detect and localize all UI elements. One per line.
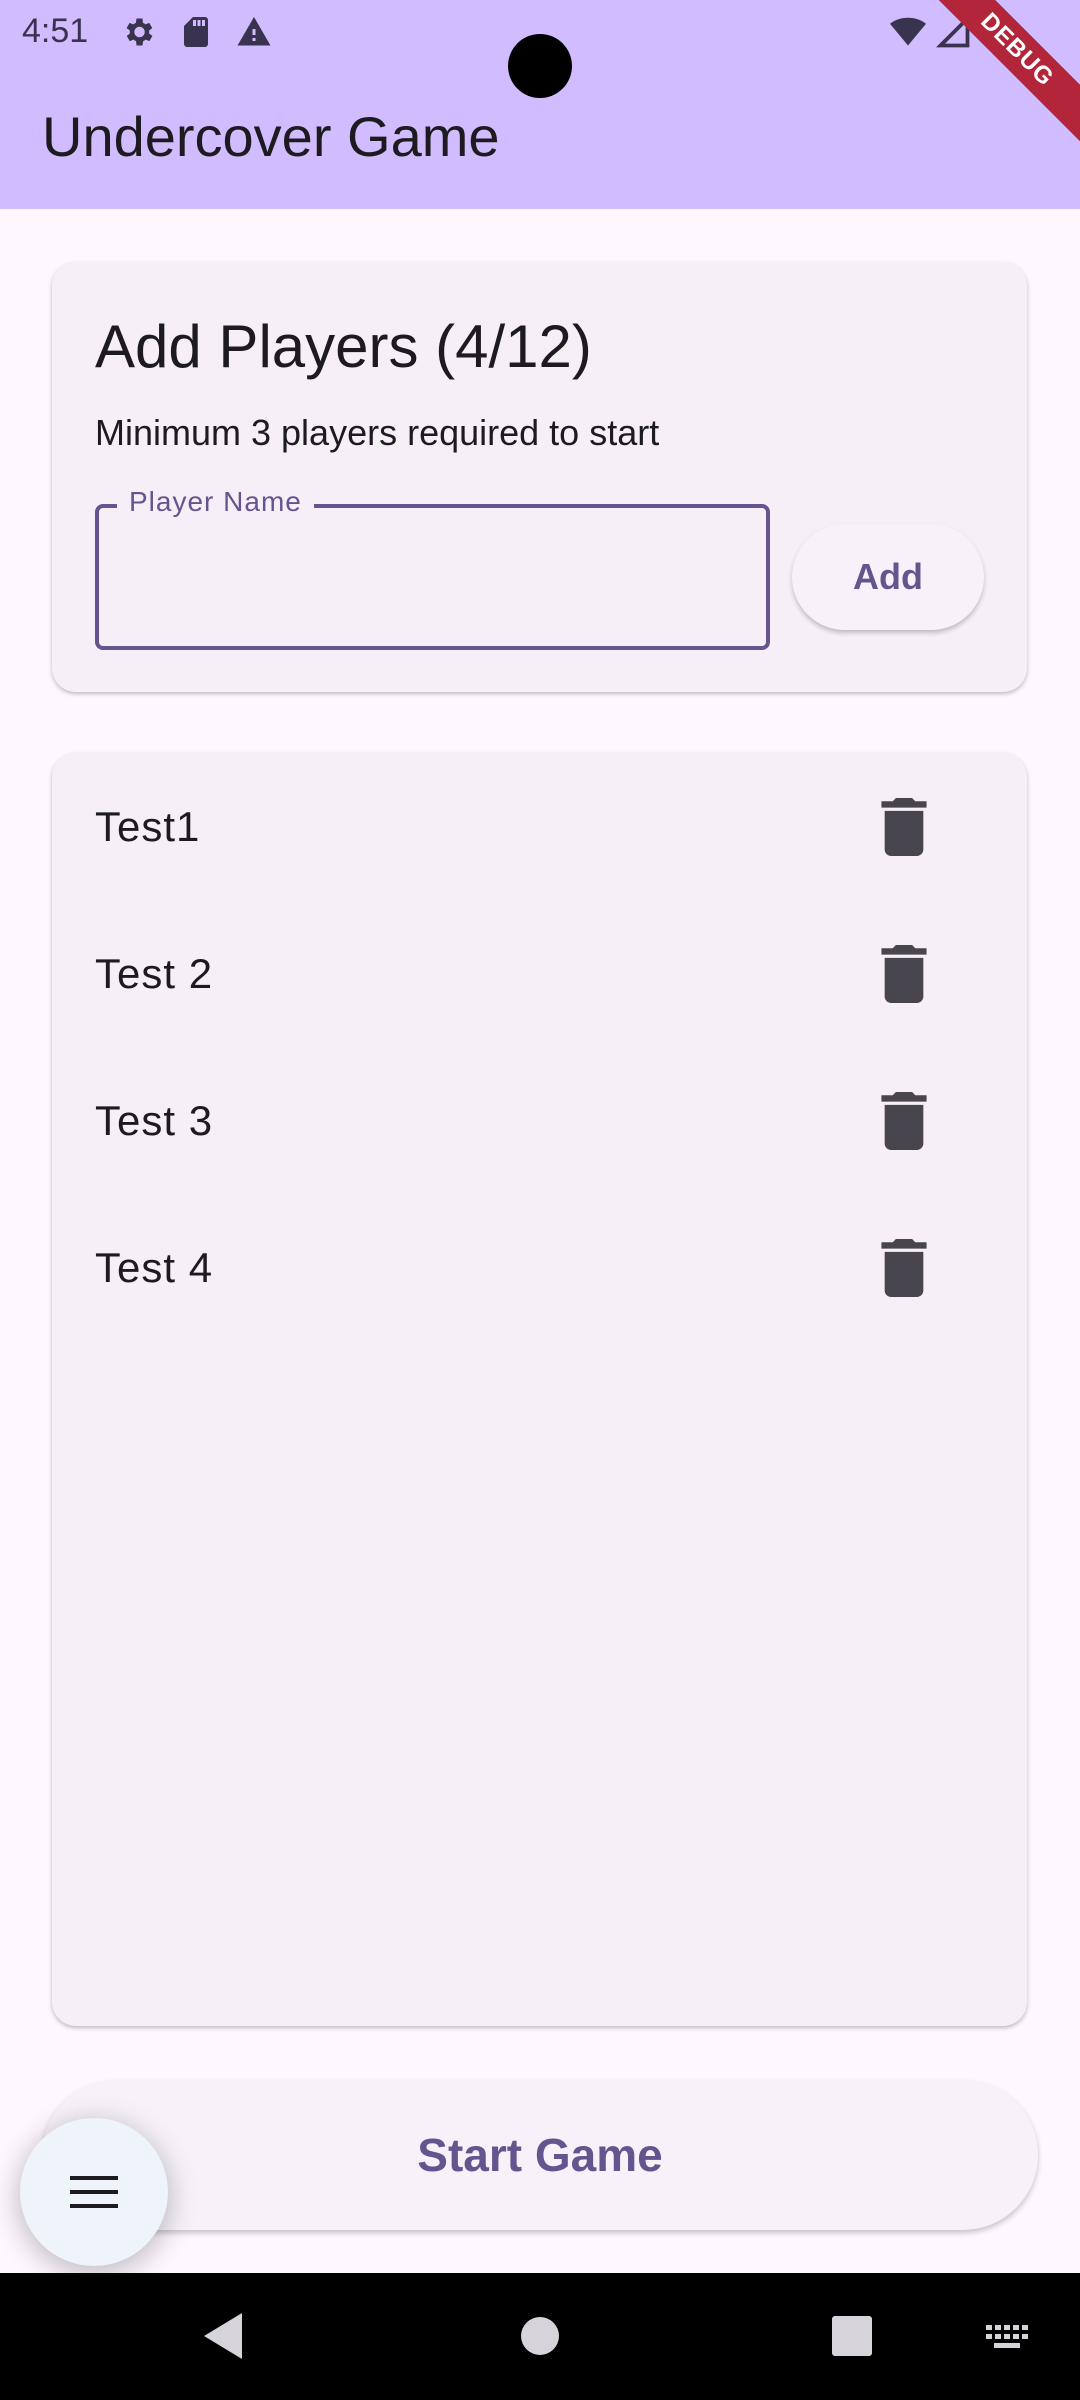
delete-icon[interactable] <box>878 797 930 856</box>
system-nav-bar <box>0 2273 1080 2400</box>
recents-icon[interactable] <box>828 2311 876 2361</box>
start-game-button[interactable]: Start Game <box>42 2080 1038 2230</box>
player-name: Test 3 <box>95 1096 214 1144</box>
delete-icon[interactable] <box>878 1091 930 1150</box>
back-icon[interactable] <box>200 2311 248 2361</box>
wifi-icon <box>890 17 926 46</box>
player-row: Test 3 <box>52 1047 1027 1194</box>
player-name: Test 4 <box>95 1243 214 1291</box>
gear-icon <box>126 18 153 46</box>
player-name-field[interactable]: Player Name <box>95 486 770 650</box>
player-row: Test 4 <box>52 1194 1027 1341</box>
delete-icon[interactable] <box>878 1238 930 1297</box>
delete-icon[interactable] <box>878 944 930 1003</box>
warning-icon <box>237 17 271 46</box>
player-name-label: Player Name <box>117 486 314 518</box>
page-title: Undercover Game <box>42 105 500 168</box>
sd-card-icon <box>184 17 208 47</box>
menu-icon <box>70 2176 118 2208</box>
menu-fab[interactable] <box>20 2118 168 2266</box>
player-list: Test1 Test 2 Test 3 Test 4 <box>52 753 1027 2026</box>
player-name: Test 2 <box>95 949 214 997</box>
app-bar: 4:51 DEBUG Undercover Game <box>0 0 1080 209</box>
keyboard-icon[interactable] <box>984 2311 1032 2361</box>
add-players-card: Add Players (4/12) Minimum 3 players req… <box>52 262 1027 692</box>
add-player-button[interactable]: Add <box>792 524 984 630</box>
camera-cutout <box>508 34 572 98</box>
status-time: 4:51 <box>22 12 89 50</box>
player-row: Test1 <box>52 753 1027 900</box>
player-name: Test1 <box>95 802 201 850</box>
minimum-players-hint: Minimum 3 players required to start <box>95 412 660 453</box>
add-players-title: Add Players (4/12) <box>95 313 592 380</box>
player-row: Test 2 <box>52 900 1027 1047</box>
home-icon[interactable] <box>516 2311 564 2361</box>
